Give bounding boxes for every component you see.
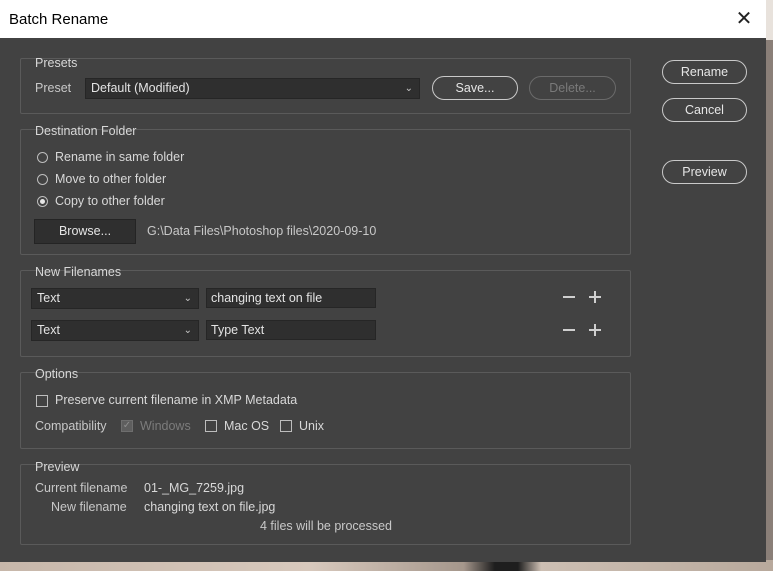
destination-path: G:\Data Files\Photoshop files\2020-09-10 — [147, 224, 377, 238]
cancel-button[interactable]: Cancel — [662, 98, 747, 122]
filename-type-value-1: Text — [37, 291, 60, 305]
chevron-down-icon: ⌄ — [183, 293, 192, 304]
new-filename-label: New filename — [51, 500, 127, 514]
browse-button[interactable]: Browse... — [34, 219, 136, 244]
radio-same-folder-label[interactable]: Rename in same folder — [55, 150, 184, 164]
unix-label[interactable]: Unix — [299, 419, 324, 433]
new-filenames-title: New Filenames — [35, 265, 122, 279]
dialog-title: Batch Rename — [9, 11, 109, 28]
macos-label[interactable]: Mac OS — [224, 419, 269, 433]
files-count-text: 4 files will be processed — [260, 519, 393, 533]
chevron-down-icon: ⌄ — [183, 325, 192, 336]
delete-preset-button[interactable]: Delete... — [529, 76, 616, 100]
close-icon[interactable]: ✕ — [732, 7, 756, 31]
new-filenames-group — [20, 270, 631, 357]
preview-button[interactable]: Preview — [662, 160, 747, 184]
new-filename-value: changing text on file.jpg — [144, 500, 276, 514]
macos-checkbox[interactable] — [205, 420, 217, 432]
current-filename-value: 01-_MG_7259.jpg — [144, 481, 245, 495]
options-title: Options — [35, 367, 79, 381]
radio-move-folder[interactable] — [37, 174, 48, 185]
filename-text-input-1[interactable]: changing text on file — [206, 288, 376, 308]
radio-copy-folder[interactable] — [37, 196, 48, 207]
preserve-filename-checkbox[interactable] — [36, 395, 48, 407]
plus-icon[interactable] — [587, 289, 603, 305]
filename-type-value-2: Text — [37, 323, 60, 337]
presets-title: Presets — [35, 56, 78, 70]
plus-icon[interactable] — [587, 322, 603, 338]
dialog-content: Presets Preset Default (Modified) ⌄ Save… — [0, 38, 766, 562]
minus-icon[interactable] — [561, 289, 577, 305]
destination-title: Destination Folder — [35, 124, 137, 138]
preset-select-value: Default (Modified) — [91, 81, 190, 95]
filename-text-input-2[interactable]: Type Text — [206, 320, 376, 340]
rename-button[interactable]: Rename — [662, 60, 747, 84]
batch-rename-dialog: Batch Rename ✕ Presets Preset Default (M… — [0, 0, 766, 562]
preserve-filename-label[interactable]: Preserve current filename in XMP Metadat… — [55, 393, 297, 407]
current-filename-label: Current filename — [35, 481, 128, 495]
minus-icon[interactable] — [561, 322, 577, 338]
compatibility-label: Compatibility — [35, 419, 107, 433]
preset-label: Preset — [35, 81, 72, 95]
radio-move-folder-label[interactable]: Move to other folder — [55, 172, 166, 186]
chevron-down-icon: ⌄ — [404, 83, 413, 94]
unix-checkbox[interactable] — [280, 420, 292, 432]
preview-title: Preview — [35, 460, 80, 474]
title-bar: Batch Rename ✕ — [0, 0, 766, 38]
options-group — [20, 372, 631, 449]
windows-checkbox[interactable]: ✓ — [121, 420, 133, 432]
save-preset-button[interactable]: Save... — [432, 76, 518, 100]
preset-select[interactable]: Default (Modified) ⌄ — [85, 78, 420, 99]
radio-same-folder[interactable] — [37, 152, 48, 163]
windows-label: Windows — [140, 419, 191, 433]
radio-copy-folder-label[interactable]: Copy to other folder — [55, 194, 165, 208]
filename-type-select-1[interactable]: Text ⌄ — [31, 288, 199, 309]
filename-type-select-2[interactable]: Text ⌄ — [31, 320, 199, 341]
